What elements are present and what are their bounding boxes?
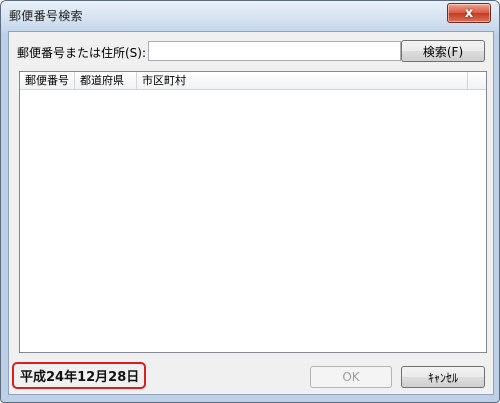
date-display: 平成24年12月28日 — [20, 370, 140, 385]
ok-button[interactable]: OK — [310, 366, 392, 388]
close-icon: x — [464, 5, 474, 21]
dialog-window: 郵便番号検索 x 郵便番号または住所(S): 検索(F) 郵便番号 都道府県 市… — [0, 0, 500, 403]
dialog-content: 郵便番号または住所(S): 検索(F) 郵便番号 都道府県 市区町村 平成24年… — [8, 31, 494, 395]
date-highlight: 平成24年12月28日 — [12, 362, 146, 389]
title-bar[interactable]: 郵便番号検索 x — [1, 1, 499, 31]
search-label: 郵便番号または住所(S): — [17, 46, 147, 60]
results-list[interactable]: 郵便番号 都道府県 市区町村 — [19, 71, 487, 353]
column-header-city[interactable]: 市区町村 — [137, 72, 468, 89]
window-title: 郵便番号検索 — [9, 9, 83, 23]
column-header-prefecture[interactable]: 都道府県 — [75, 72, 137, 89]
cancel-button[interactable]: ｷｬﾝｾﾙ — [401, 366, 485, 388]
search-button[interactable]: 検索(F) — [401, 40, 485, 62]
list-header: 郵便番号 都道府県 市区町村 — [20, 72, 486, 90]
column-header-postal-code[interactable]: 郵便番号 — [20, 72, 75, 89]
column-header-filler — [468, 72, 486, 89]
search-input[interactable] — [148, 41, 401, 61]
close-button[interactable]: x — [447, 3, 491, 23]
